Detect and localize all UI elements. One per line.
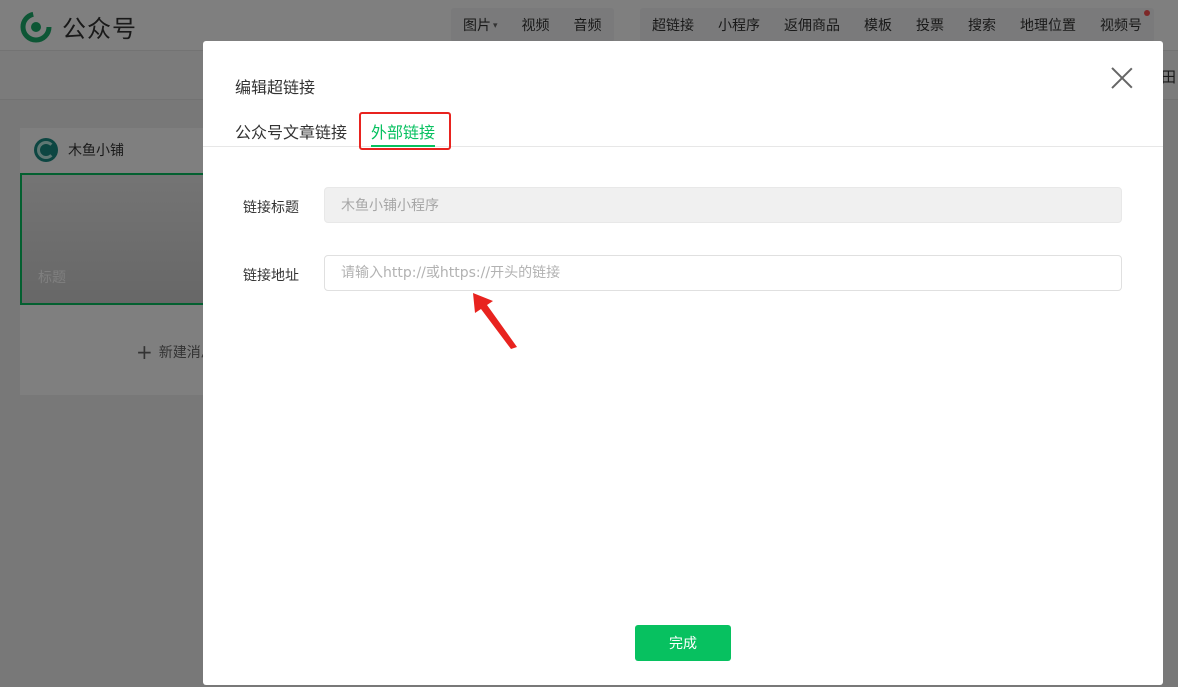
edit-hyperlink-dialog: 编辑超链接 公众号文章链接 外部链接 链接标题 链接地址 完成 [203, 41, 1163, 685]
done-button[interactable]: 完成 [635, 625, 731, 661]
annotation-highlight-box [359, 112, 451, 150]
link-title-input[interactable] [324, 187, 1122, 223]
dialog-title: 编辑超链接 [235, 78, 316, 97]
link-url-label: 链接地址 [243, 268, 299, 284]
link-title-label: 链接标题 [243, 200, 299, 216]
annotation-arrow-icon [473, 293, 517, 349]
link-url-input[interactable] [324, 255, 1122, 291]
close-icon[interactable] [1111, 67, 1133, 89]
link-type-tabs: 公众号文章链接 外部链接 [203, 113, 1163, 147]
tab-article-link[interactable]: 公众号文章链接 [235, 119, 347, 143]
